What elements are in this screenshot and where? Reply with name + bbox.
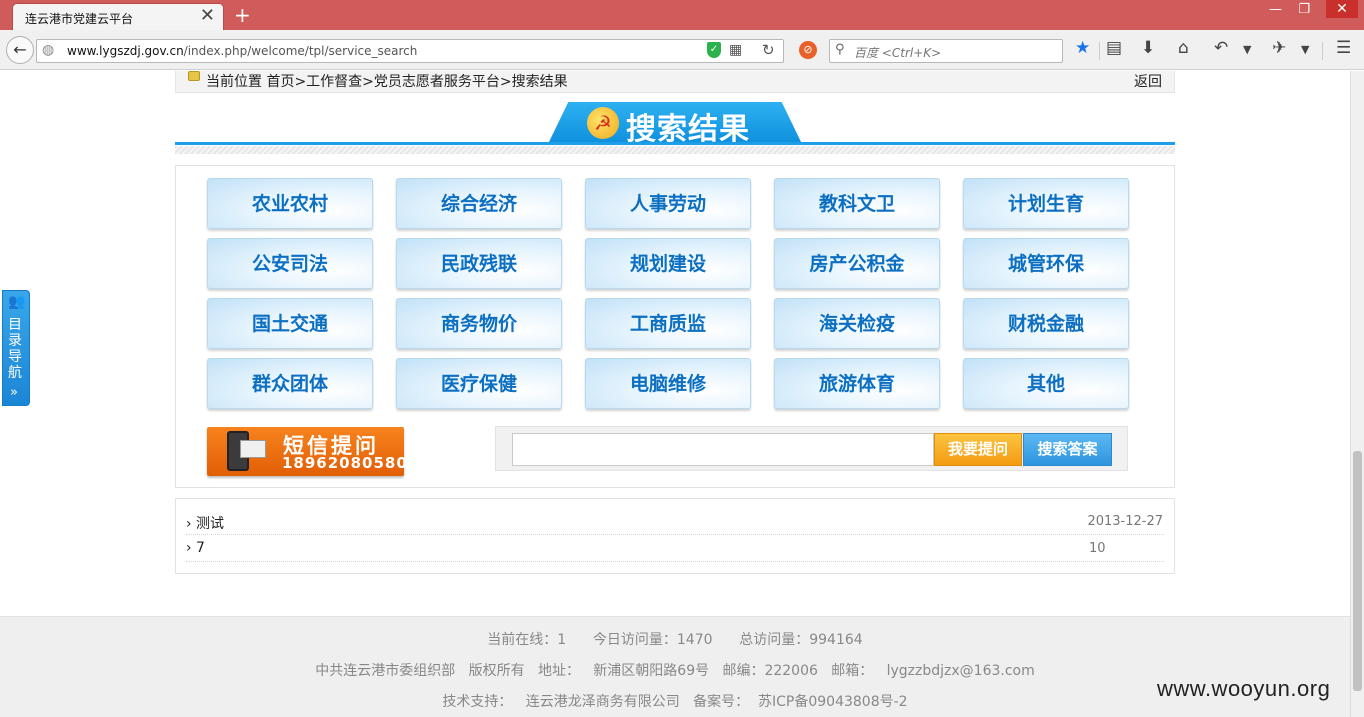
- list-item: › 测试 2013-12-27: [186, 509, 1164, 535]
- breadcrumb-text[interactable]: 当前位置 首页>工作督查>党员志愿者服务平台>搜索结果: [206, 71, 568, 91]
- sms-number: 18962080580: [282, 454, 408, 472]
- browser-navbar: ← ◍ www.lygszdj.gov.cn/index.php/welcome…: [0, 30, 1364, 70]
- category-button[interactable]: 城管环保: [963, 238, 1129, 289]
- vertical-scrollbar[interactable]: [1350, 71, 1364, 717]
- category-button[interactable]: 工商质监: [585, 298, 751, 349]
- party-emblem-icon: ☭: [587, 107, 619, 139]
- result-title[interactable]: › 7: [186, 540, 205, 556]
- category-panel: 农业农村 综合经济 人事劳动 教科文卫 计划生育 公安司法 民政残联 规划建设 …: [175, 165, 1175, 488]
- browser-titlebar: 连云港市党建云平台 ✕ + — ❐ ✕: [0, 0, 1364, 30]
- tab-title: 连云港市党建云平台: [25, 12, 134, 26]
- menu-icon[interactable]: ☰: [1336, 38, 1351, 58]
- minimize-icon[interactable]: —: [1269, 2, 1282, 17]
- reading-list-icon[interactable]: ▤: [1106, 38, 1122, 58]
- ask-question-button[interactable]: 我要提问: [934, 433, 1022, 466]
- side-nav-arrow-icon: »: [10, 385, 18, 400]
- category-button[interactable]: 电脑维修: [585, 358, 751, 409]
- category-button[interactable]: 财税金融: [963, 298, 1129, 349]
- category-button[interactable]: 旅游体育: [774, 358, 940, 409]
- results-list: › 测试 2013-12-27 › 7 10: [175, 498, 1175, 574]
- footer: 当前在线：1 今日访问量：1470 总访问量：994164 中共连云港市委组织部…: [0, 616, 1350, 717]
- footer-org: 中共连云港市委组织部 版权所有 地址： 新浦区朝阳路69号 邮编：222006 …: [315, 663, 1035, 679]
- search-icon: ⚲: [835, 42, 845, 57]
- tab-close-icon[interactable]: ✕: [200, 5, 215, 26]
- category-button[interactable]: 其他: [963, 358, 1129, 409]
- footer-support: 技术支持： 连云港龙泽商务有限公司 备案号： 苏ICP备09043808号-2: [442, 694, 908, 710]
- home-icon[interactable]: ⌂: [1178, 38, 1189, 58]
- security-shield-icon[interactable]: ✓: [707, 42, 721, 58]
- side-nav-label: 目录导航: [8, 317, 22, 381]
- toolbar-separator: [1322, 42, 1323, 60]
- category-button[interactable]: 民政残联: [396, 238, 562, 289]
- extension-dropdown-icon[interactable]: ▼: [1301, 43, 1309, 56]
- browser-tab[interactable]: 连云港市党建云平台 ✕: [12, 3, 224, 30]
- extension-icon[interactable]: ✈: [1272, 38, 1286, 58]
- ad-blocker-icon[interactable]: ⊘: [799, 41, 817, 59]
- category-button[interactable]: 房产公积金: [774, 238, 940, 289]
- breadcrumb: 当前位置 首页>工作督查>党员志愿者服务平台>搜索结果 返回: [175, 71, 1175, 93]
- result-date: 2013-12-27: [1087, 514, 1163, 529]
- question-input[interactable]: [512, 433, 934, 466]
- category-button[interactable]: 规划建设: [585, 238, 751, 289]
- category-button[interactable]: 计划生育: [963, 178, 1129, 229]
- toolbar-separator: [1099, 42, 1100, 60]
- category-button[interactable]: 人事劳动: [585, 178, 751, 229]
- page-content: 当前位置 首页>工作督查>党员志愿者服务平台>搜索结果 返回 ☭ 搜索结果 农业…: [0, 71, 1350, 717]
- back-link[interactable]: 返回: [1134, 71, 1162, 91]
- download-icon[interactable]: ⬇: [1141, 38, 1155, 58]
- url-path: /index.php/welcome/tpl/service_search: [183, 44, 418, 58]
- window-close-icon[interactable]: ✕: [1326, 0, 1358, 18]
- result-title[interactable]: › 测试: [186, 513, 224, 533]
- location-icon: [188, 71, 200, 81]
- sms-question-button[interactable]: 短信提问 18962080580: [207, 427, 407, 476]
- undo-icon[interactable]: ↶: [1214, 38, 1228, 58]
- undo-dropdown-icon[interactable]: ▼: [1243, 43, 1251, 56]
- people-icon: 👥: [8, 294, 26, 310]
- category-button[interactable]: 综合经济: [396, 178, 562, 229]
- new-tab-button[interactable]: +: [234, 3, 251, 27]
- envelope-icon: [240, 440, 266, 458]
- banner-stripe: [175, 146, 1175, 154]
- category-button[interactable]: 商务物价: [396, 298, 562, 349]
- search-answer-button[interactable]: 搜索答案: [1023, 433, 1112, 466]
- search-placeholder: 百度 <Ctrl+K>: [854, 46, 942, 60]
- restore-icon[interactable]: ❐: [1298, 2, 1310, 17]
- category-button[interactable]: 农业农村: [207, 178, 373, 229]
- category-button[interactable]: 医疗保健: [396, 358, 562, 409]
- footer-stats: 当前在线：1 今日访问量：1470 总访问量：994164: [487, 632, 863, 648]
- url-text[interactable]: www.lygszdj.gov.cn/index.php/welcome/tpl…: [67, 44, 417, 58]
- qa-search-box: 我要提问 搜索答案: [495, 426, 1128, 471]
- list-item: › 7 10: [186, 536, 1164, 562]
- qr-code-icon[interactable]: ▦: [729, 42, 742, 58]
- banner-divider: [175, 142, 1175, 145]
- category-button[interactable]: 海关检疫: [774, 298, 940, 349]
- directory-nav-button[interactable]: 👥 目录导航 »: [2, 290, 30, 406]
- category-button[interactable]: 公安司法: [207, 238, 373, 289]
- watermark: www.wooyun.org: [1157, 676, 1331, 701]
- category-button[interactable]: 国土交通: [207, 298, 373, 349]
- url-domain: www.lygszdj.gov.cn: [67, 44, 184, 58]
- back-button[interactable]: ←: [6, 36, 34, 64]
- result-date: 10: [1089, 541, 1106, 556]
- reload-icon[interactable]: ↻: [762, 41, 775, 59]
- search-bar[interactable]: ⚲ 百度 <Ctrl+K>: [829, 39, 1063, 63]
- globe-icon: ◍: [42, 42, 55, 58]
- scrollbar-thumb[interactable]: [1353, 451, 1362, 691]
- bookmark-star-icon[interactable]: ★: [1075, 38, 1090, 58]
- address-bar[interactable]: ◍ www.lygszdj.gov.cn/index.php/welcome/t…: [36, 39, 784, 63]
- category-button[interactable]: 群众团体: [207, 358, 373, 409]
- category-button[interactable]: 教科文卫: [774, 178, 940, 229]
